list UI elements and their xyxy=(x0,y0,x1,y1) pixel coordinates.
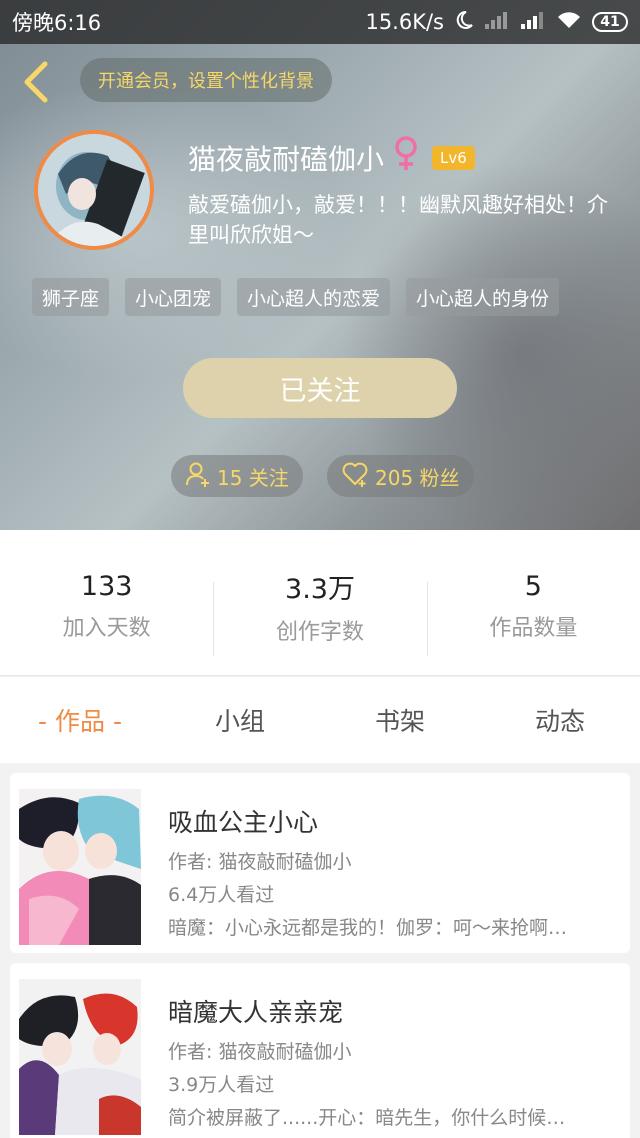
work-description: 暗魔：小心永远都是我的！伽罗：呵～来抢啊… xyxy=(168,917,568,939)
stat-value: 133 xyxy=(80,571,133,602)
chevron-left-icon xyxy=(24,61,48,103)
signal-empty-icon xyxy=(484,10,510,35)
work-description: 简介被屏蔽了......开心：暗先生，你什么时候… xyxy=(168,1107,566,1129)
stat-days-joined: 133 加入天数 xyxy=(0,530,213,675)
back-button[interactable] xyxy=(14,60,58,104)
work-card[interactable]: 暗魔大人亲亲宠 作者: 猫夜敲耐磕伽小 3.9万人看过 简介被屏蔽了......… xyxy=(10,963,630,1138)
fans-button[interactable]: 205 粉丝 xyxy=(327,455,474,497)
tab-groups[interactable]: 小组 xyxy=(160,702,320,738)
stat-label: 作品数量 xyxy=(489,616,578,641)
moon-icon xyxy=(454,10,474,35)
stat-label: 创作字数 xyxy=(275,620,364,645)
female-icon xyxy=(392,136,420,179)
vip-prompt-label: 开通会员，设置个性化背景 xyxy=(98,71,314,92)
works-list: 吸血公主小心 作者: 猫夜敲耐磕伽小 6.4万人看过 暗魔：小心永远都是我的！伽… xyxy=(0,763,640,1138)
work-title: 暗魔大人亲亲宠 xyxy=(168,998,344,1027)
level-badge: Lv6 xyxy=(432,145,475,170)
following-count: 15 关注 xyxy=(217,465,289,490)
profile-stats: 133 加入天数 3.3万 创作字数 5 作品数量 xyxy=(0,530,640,676)
username: 猫夜敲耐磕伽小 xyxy=(188,142,385,176)
stat-word-count: 3.3万 创作字数 xyxy=(213,530,426,675)
tab-bookshelf[interactable]: 书架 xyxy=(320,702,480,738)
wifi-icon xyxy=(556,10,582,35)
tab-works[interactable]: - 作品 - xyxy=(0,702,160,738)
stat-value: 3.3万 xyxy=(285,574,355,605)
stat-value: 5 xyxy=(524,571,542,602)
user-add-icon xyxy=(185,461,211,492)
status-time: 傍晚6:16 xyxy=(12,11,102,35)
username-row: 猫夜敲耐磕伽小 Lv6 xyxy=(188,136,475,179)
work-views: 6.4万人看过 xyxy=(168,884,275,906)
battery-indicator: 41 xyxy=(592,12,628,32)
work-card[interactable]: 吸血公主小心 作者: 猫夜敲耐磕伽小 6.4万人看过 暗魔：小心永远都是我的！伽… xyxy=(10,773,630,953)
tab-activity[interactable]: 动态 xyxy=(480,702,640,738)
heart-icon xyxy=(341,461,369,492)
vip-background-prompt[interactable]: 开通会员，设置个性化背景 xyxy=(80,58,332,102)
user-bio: 敲爱磕伽小，敲爱！！！幽默风趣好相处！介里叫欣欣姐～ xyxy=(188,193,608,247)
tag: 狮子座 xyxy=(32,278,110,316)
status-bar: 傍晚6:16 15.6K/s 41 xyxy=(0,0,640,44)
tag: 小心超人的身份 xyxy=(406,278,560,316)
tag-list: 狮子座 小心团宠 小心超人的恋爱 小心超人的身份 xyxy=(32,278,560,316)
fans-count: 205 粉丝 xyxy=(375,465,460,490)
profile-tabs: - 作品 - 小组 书架 动态 xyxy=(0,677,640,763)
avatar[interactable] xyxy=(34,130,154,250)
work-cover-image xyxy=(19,979,141,1135)
network-speed: 15.6K/s xyxy=(365,10,444,34)
stat-label: 加入天数 xyxy=(62,616,151,641)
work-author: 作者: 猫夜敲耐磕伽小 xyxy=(168,1041,352,1063)
following-button[interactable]: 15 关注 xyxy=(171,455,303,497)
work-title: 吸血公主小心 xyxy=(168,808,319,837)
work-views: 3.9万人看过 xyxy=(168,1074,275,1096)
tag: 小心超人的恋爱 xyxy=(237,278,391,316)
follow-button[interactable]: 已关注 xyxy=(183,358,457,418)
follow-button-label: 已关注 xyxy=(279,375,361,407)
signal-icon xyxy=(520,10,546,35)
stat-works-count: 5 作品数量 xyxy=(426,530,640,675)
tag: 小心团宠 xyxy=(125,278,222,316)
work-author: 作者: 猫夜敲耐磕伽小 xyxy=(168,851,352,873)
work-cover-image xyxy=(19,789,141,945)
